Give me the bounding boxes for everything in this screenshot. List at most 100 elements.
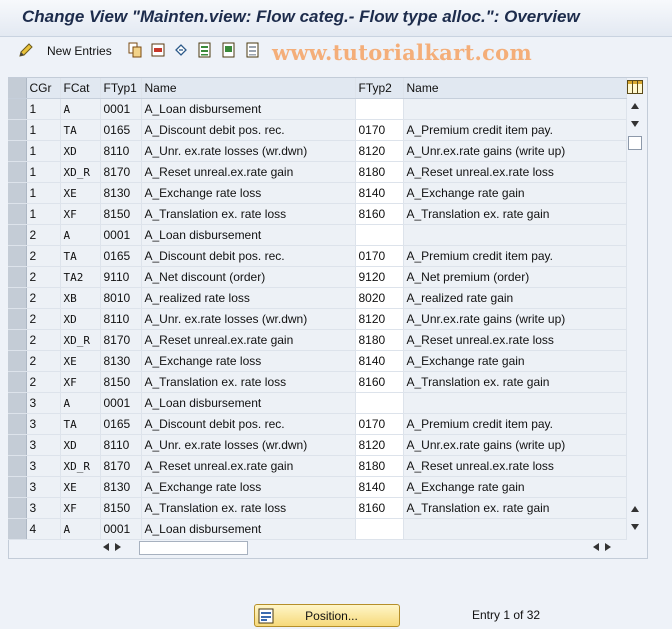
table-row[interactable]: 2 XE 8130 A_Exchange rate loss 8140 A_Exchang… (8, 350, 627, 372)
cell-ftyp2[interactable]: 8120 (355, 308, 404, 330)
table-row[interactable]: 3 XF 8150 A_Translation ex. rate loss 8160 A_… (8, 497, 627, 519)
cell-ftyp2[interactable]: 8140 (355, 350, 404, 372)
cell-name1: A_Unr. ex.rate losses (wr.dwn) (141, 140, 356, 162)
scroll-right-arrow-right-section[interactable] (602, 540, 614, 554)
table-row[interactable]: 2 A 0001 A_Loan disbursement (8, 224, 627, 246)
row-selector[interactable] (8, 245, 27, 267)
row-selector[interactable] (8, 140, 27, 162)
column-header-name2[interactable]: Name (403, 78, 627, 99)
table-row[interactable]: 4 A 0001 A_Loan disbursement (8, 518, 627, 540)
select-block-icon[interactable] (221, 42, 237, 58)
display-change-icon[interactable] (18, 42, 34, 58)
row-selector[interactable] (8, 119, 27, 141)
column-header-ftyp2[interactable]: FTyp2 (355, 78, 404, 99)
cell-ftyp2[interactable]: 8160 (355, 371, 404, 393)
column-header-cgr[interactable]: CGr (26, 78, 61, 99)
row-selector[interactable] (8, 182, 27, 204)
row-selector[interactable] (8, 203, 27, 225)
scroll-right-arrow[interactable] (112, 540, 124, 554)
entry-counter: Entry 1 of 32 (472, 608, 541, 622)
cell-ftyp2[interactable]: 0170 (355, 119, 404, 141)
scroll-up-arrow[interactable] (626, 98, 644, 114)
table-row[interactable]: 2 TA2 9110 A_Net discount (order) 9120 A_Net … (8, 266, 627, 288)
cell-ftyp1: 8010 (100, 287, 142, 309)
table-row[interactable]: 1 XD_R 8170 A_Reset unreal.ex.rate gain 8180… (8, 161, 627, 183)
vertical-scrollbar[interactable] (626, 78, 644, 537)
table-row[interactable]: 2 XD_R 8170 A_Reset unreal.ex.rate gain 8180… (8, 329, 627, 351)
table-row[interactable]: 1 XF 8150 A_Translation ex. rate loss 8160 A_… (8, 203, 627, 225)
cell-ftyp2[interactable] (355, 224, 404, 246)
scroll-up-arrow-bottom[interactable] (626, 501, 644, 517)
cell-ftyp2[interactable]: 0170 (355, 245, 404, 267)
cell-ftyp2[interactable]: 8160 (355, 497, 404, 519)
row-selector[interactable] (8, 497, 27, 519)
cell-ftyp2[interactable]: 9120 (355, 266, 404, 288)
row-selector[interactable] (8, 308, 27, 330)
table-row[interactable]: 2 XB 8010 A_realized rate loss 8020 A_realize… (8, 287, 627, 309)
row-selector[interactable] (8, 476, 27, 498)
horizontal-scroll-thumb[interactable] (139, 541, 248, 555)
cell-ftyp2[interactable]: 8020 (355, 287, 404, 309)
row-selector[interactable] (8, 518, 27, 540)
scroll-down-arrow[interactable] (626, 519, 644, 535)
cell-ftyp2[interactable]: 8140 (355, 476, 404, 498)
cell-ftyp2[interactable] (355, 392, 404, 414)
row-selector[interactable] (8, 329, 27, 351)
table-row[interactable]: 3 XE 8130 A_Exchange rate loss 8140 A_Exchang… (8, 476, 627, 498)
cell-ftyp2[interactable] (355, 98, 404, 120)
column-header-name1[interactable]: Name (141, 78, 356, 99)
cell-ftyp2[interactable]: 8180 (355, 329, 404, 351)
cell-ftyp1: 8110 (100, 308, 142, 330)
new-entries-button[interactable]: New Entries (47, 44, 112, 58)
table-row[interactable]: 2 XF 8150 A_Translation ex. rate loss 8160 A_… (8, 371, 627, 393)
table-row[interactable]: 2 TA 0165 A_Discount debit pos. rec. 0170 A_P… (8, 245, 627, 267)
row-selector[interactable] (8, 350, 27, 372)
table-row[interactable]: 3 TA 0165 A_Discount debit pos. rec. 0170 A_P… (8, 413, 627, 435)
deselect-all-icon[interactable] (245, 42, 261, 58)
scroll-left-arrow[interactable] (100, 540, 112, 554)
cell-ftyp2[interactable] (355, 518, 404, 540)
cell-ftyp2[interactable]: 8160 (355, 203, 404, 225)
column-header-ftyp1[interactable]: FTyp1 (100, 78, 142, 99)
cell-ftyp2[interactable]: 8180 (355, 161, 404, 183)
table-row[interactable]: 1 A 0001 A_Loan disbursement (8, 98, 627, 120)
cell-ftyp2[interactable]: 8120 (355, 140, 404, 162)
row-selector[interactable] (8, 266, 27, 288)
scroll-down-arrow-top[interactable] (626, 116, 644, 132)
row-selector[interactable] (8, 287, 27, 309)
horizontal-scrollbar-right[interactable] (590, 540, 626, 554)
cell-fcat: XE (60, 182, 101, 204)
row-selector[interactable] (8, 371, 27, 393)
select-all-icon[interactable] (197, 42, 213, 58)
row-selector[interactable] (8, 455, 27, 477)
cell-cgr: 1 (26, 98, 61, 120)
copy-icon[interactable] (127, 42, 143, 58)
horizontal-scrollbar-left[interactable] (100, 540, 260, 555)
scroll-left-arrow-right-section[interactable] (590, 540, 602, 554)
row-selector[interactable] (8, 392, 27, 414)
table-row[interactable]: 3 XD 8110 A_Unr. ex.rate losses (wr.dwn) 812… (8, 434, 627, 456)
table-row[interactable]: 3 A 0001 A_Loan disbursement (8, 392, 627, 414)
delete-icon[interactable] (150, 42, 166, 58)
cell-fcat: XB (60, 287, 101, 309)
table-row[interactable]: 2 XD 8110 A_Unr. ex.rate losses (wr.dwn) 812… (8, 308, 627, 330)
table-row[interactable]: 1 TA 0165 A_Discount debit pos. rec. 0170 A_P… (8, 119, 627, 141)
cell-ftyp2[interactable]: 8120 (355, 434, 404, 456)
column-header-fcat[interactable]: FCat (60, 78, 101, 99)
table-row[interactable]: 3 XD_R 8170 A_Reset unreal.ex.rate gain 8180… (8, 455, 627, 477)
row-selector[interactable] (8, 434, 27, 456)
row-selector[interactable] (8, 224, 27, 246)
row-selector[interactable] (8, 161, 27, 183)
select-all-rows-button[interactable] (8, 78, 27, 99)
cell-name1: A_Translation ex. rate loss (141, 203, 356, 225)
table-row[interactable]: 1 XD 8110 A_Unr. ex.rate losses (wr.dwn) 812… (8, 140, 627, 162)
row-selector[interactable] (8, 98, 27, 120)
undo-change-icon[interactable] (173, 42, 189, 58)
cell-ftyp2[interactable]: 8140 (355, 182, 404, 204)
vertical-scroll-thumb[interactable] (628, 136, 642, 150)
cell-ftyp2[interactable]: 8180 (355, 455, 404, 477)
table-row[interactable]: 1 XE 8130 A_Exchange rate loss 8140 A_Exchang… (8, 182, 627, 204)
position-button[interactable]: Position... (254, 604, 400, 627)
row-selector[interactable] (8, 413, 27, 435)
cell-ftyp2[interactable]: 0170 (355, 413, 404, 435)
